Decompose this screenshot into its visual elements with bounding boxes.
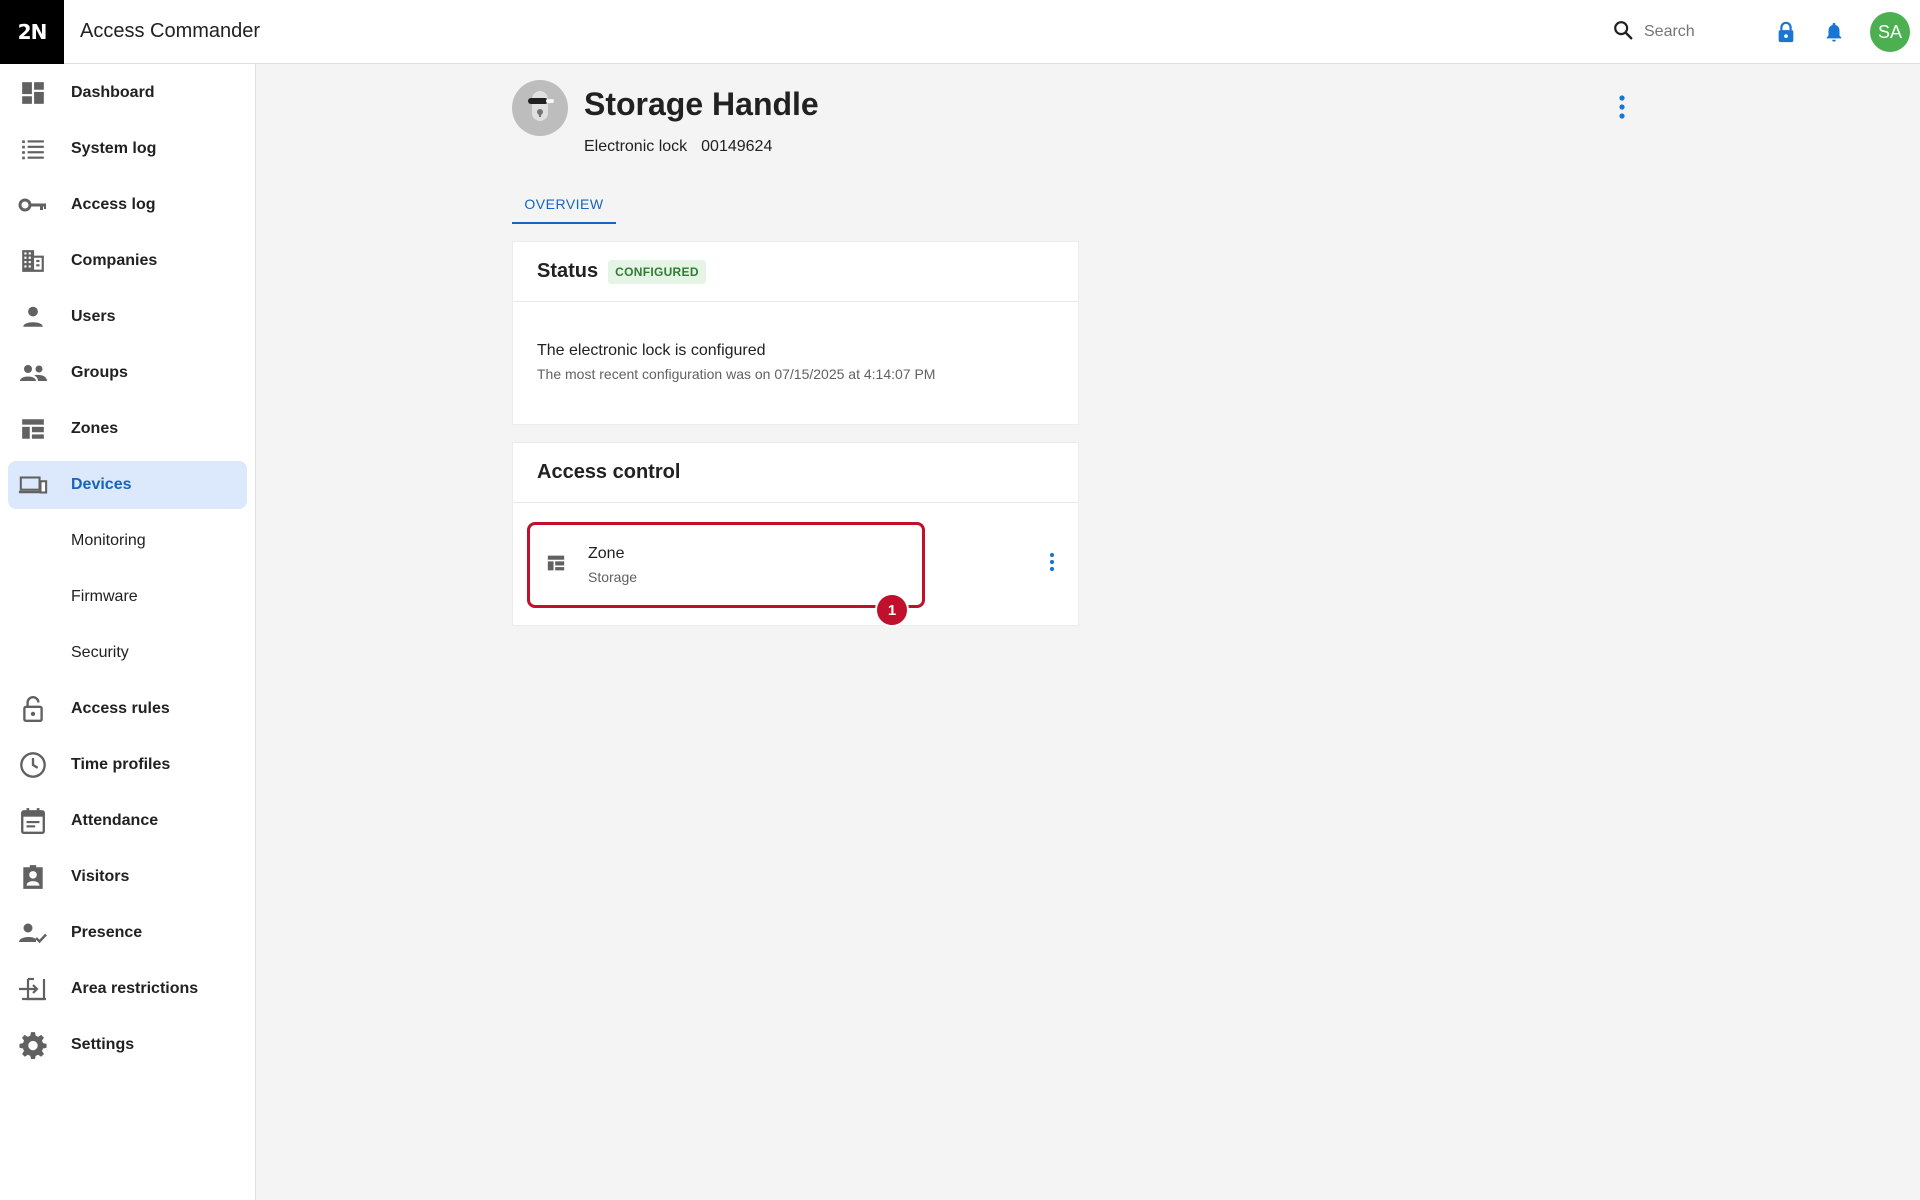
device-serial: 00149624: [701, 138, 773, 155]
tab-overview[interactable]: OVERVIEW: [512, 186, 616, 224]
sidebar-item-label: Area restrictions: [71, 980, 199, 997]
zones-icon: [18, 414, 48, 444]
gear-icon: [18, 1030, 48, 1060]
sidebar-item-label: System log: [71, 140, 157, 157]
sidebar-item-label: Devices: [71, 476, 132, 493]
zone-text: Zone Storage: [588, 545, 637, 585]
sidebar-item-zones[interactable]: Zones: [8, 405, 247, 453]
lock-open-icon: [18, 694, 48, 724]
device-subtitle: Electronic lock 00149624: [584, 138, 772, 156]
sidebar-item-time-profiles[interactable]: Time profiles: [8, 741, 247, 789]
sidebar-item-monitoring[interactable]: Monitoring: [8, 517, 247, 565]
devices-icon: [18, 470, 48, 500]
sidebar-item-label: Companies: [71, 252, 158, 269]
sidebar-item-visitors[interactable]: Visitors: [8, 853, 247, 901]
step-marker: 1: [875, 593, 909, 627]
kebab-menu-icon: [1049, 552, 1055, 577]
sidebar-item-label: Settings: [71, 1036, 135, 1053]
sidebar-item-label: Firmware: [71, 588, 138, 605]
sidebar-nav: Dashboard System log Access log Companie…: [0, 64, 256, 1200]
status-card-body: The electronic lock is configured The mo…: [513, 302, 1078, 425]
app-logo[interactable]: 2N: [0, 0, 64, 64]
clock-icon: [18, 750, 48, 780]
sidebar-item-settings[interactable]: Settings: [8, 1021, 247, 1069]
search-input[interactable]: [1644, 23, 1734, 41]
status-card-title: Status: [537, 260, 599, 282]
status-card: Status CONFIGURED The electronic lock is…: [512, 241, 1079, 425]
sidebar-item-groups[interactable]: Groups: [8, 349, 247, 397]
sidebar-item-label: Dashboard: [71, 84, 155, 101]
user-avatar[interactable]: SA: [1870, 12, 1910, 52]
list-icon: [18, 134, 48, 164]
sidebar-item-companies[interactable]: Companies: [8, 237, 247, 285]
electronic-lock-icon: [520, 86, 560, 131]
sidebar-item-label: Visitors: [71, 868, 130, 885]
sidebar-item-label: Access rules: [71, 700, 170, 717]
sidebar-item-access-log[interactable]: Access log: [8, 181, 247, 229]
key-icon: [18, 190, 48, 220]
bell-icon[interactable]: [1822, 20, 1846, 44]
device-avatar: [512, 80, 568, 136]
sidebar-item-system-log[interactable]: System log: [8, 125, 247, 173]
zone-item[interactable]: Zone Storage: [527, 522, 925, 608]
area-restriction-icon: [18, 974, 48, 1004]
sidebar-item-label: Zones: [71, 420, 119, 437]
sidebar-item-label: Attendance: [71, 812, 159, 829]
zone-value: Storage: [588, 569, 638, 585]
search-icon[interactable]: [1612, 19, 1634, 46]
sidebar-item-attendance[interactable]: Attendance: [8, 797, 247, 845]
status-message: The electronic lock is configured: [537, 342, 766, 359]
zones-icon: [546, 554, 566, 577]
group-icon: [18, 358, 48, 388]
more-options-button[interactable]: [1610, 94, 1634, 124]
status-badge: CONFIGURED: [608, 259, 706, 284]
top-header: 2N Access Commander SA: [0, 0, 1920, 64]
access-control-card: Access control Zone Storage 1: [512, 442, 1079, 627]
sidebar-item-label: Monitoring: [71, 532, 146, 549]
access-card-header: Access control: [513, 443, 1078, 503]
dashboard-icon: [18, 78, 48, 108]
sidebar-item-security[interactable]: Security: [8, 629, 247, 677]
sidebar-item-label: Security: [71, 644, 129, 661]
building-icon: [18, 246, 48, 276]
sidebar-item-label: Groups: [71, 364, 128, 381]
device-type: Electronic lock: [584, 138, 688, 155]
visitor-badge-icon: [18, 862, 48, 892]
status-detail: The most recent configuration was on 07/…: [537, 366, 936, 382]
zone-row: Zone Storage 1: [513, 503, 1078, 627]
page-title: Storage Handle: [584, 86, 819, 122]
person-icon: [18, 302, 48, 332]
person-check-icon: [18, 918, 48, 948]
access-card-title: Access control: [537, 461, 681, 483]
lock-icon[interactable]: [1774, 20, 1798, 44]
app-title: Access Commander: [80, 20, 261, 42]
kebab-menu-icon: [1618, 94, 1626, 125]
sidebar-item-label: Access log: [71, 196, 156, 213]
zone-label: Zone: [588, 545, 625, 562]
header-actions: SA: [1612, 0, 1920, 64]
sidebar-item-label: Users: [71, 308, 116, 325]
sidebar-item-users[interactable]: Users: [8, 293, 247, 341]
search-box[interactable]: [1612, 19, 1734, 46]
calendar-icon: [18, 806, 48, 836]
sidebar-item-label: Time profiles: [71, 756, 171, 773]
sidebar-item-area-restrictions[interactable]: Area restrictions: [8, 965, 247, 1013]
sidebar-item-presence[interactable]: Presence: [8, 909, 247, 957]
zone-more-options-button[interactable]: [1040, 549, 1064, 579]
sidebar-item-access-rules[interactable]: Access rules: [8, 685, 247, 733]
sidebar-item-dashboard[interactable]: Dashboard: [8, 69, 247, 117]
sidebar-item-firmware[interactable]: Firmware: [8, 573, 247, 621]
sidebar-item-devices[interactable]: Devices: [8, 461, 247, 509]
status-card-header: Status CONFIGURED: [513, 242, 1078, 302]
sidebar-item-label: Presence: [71, 924, 143, 941]
